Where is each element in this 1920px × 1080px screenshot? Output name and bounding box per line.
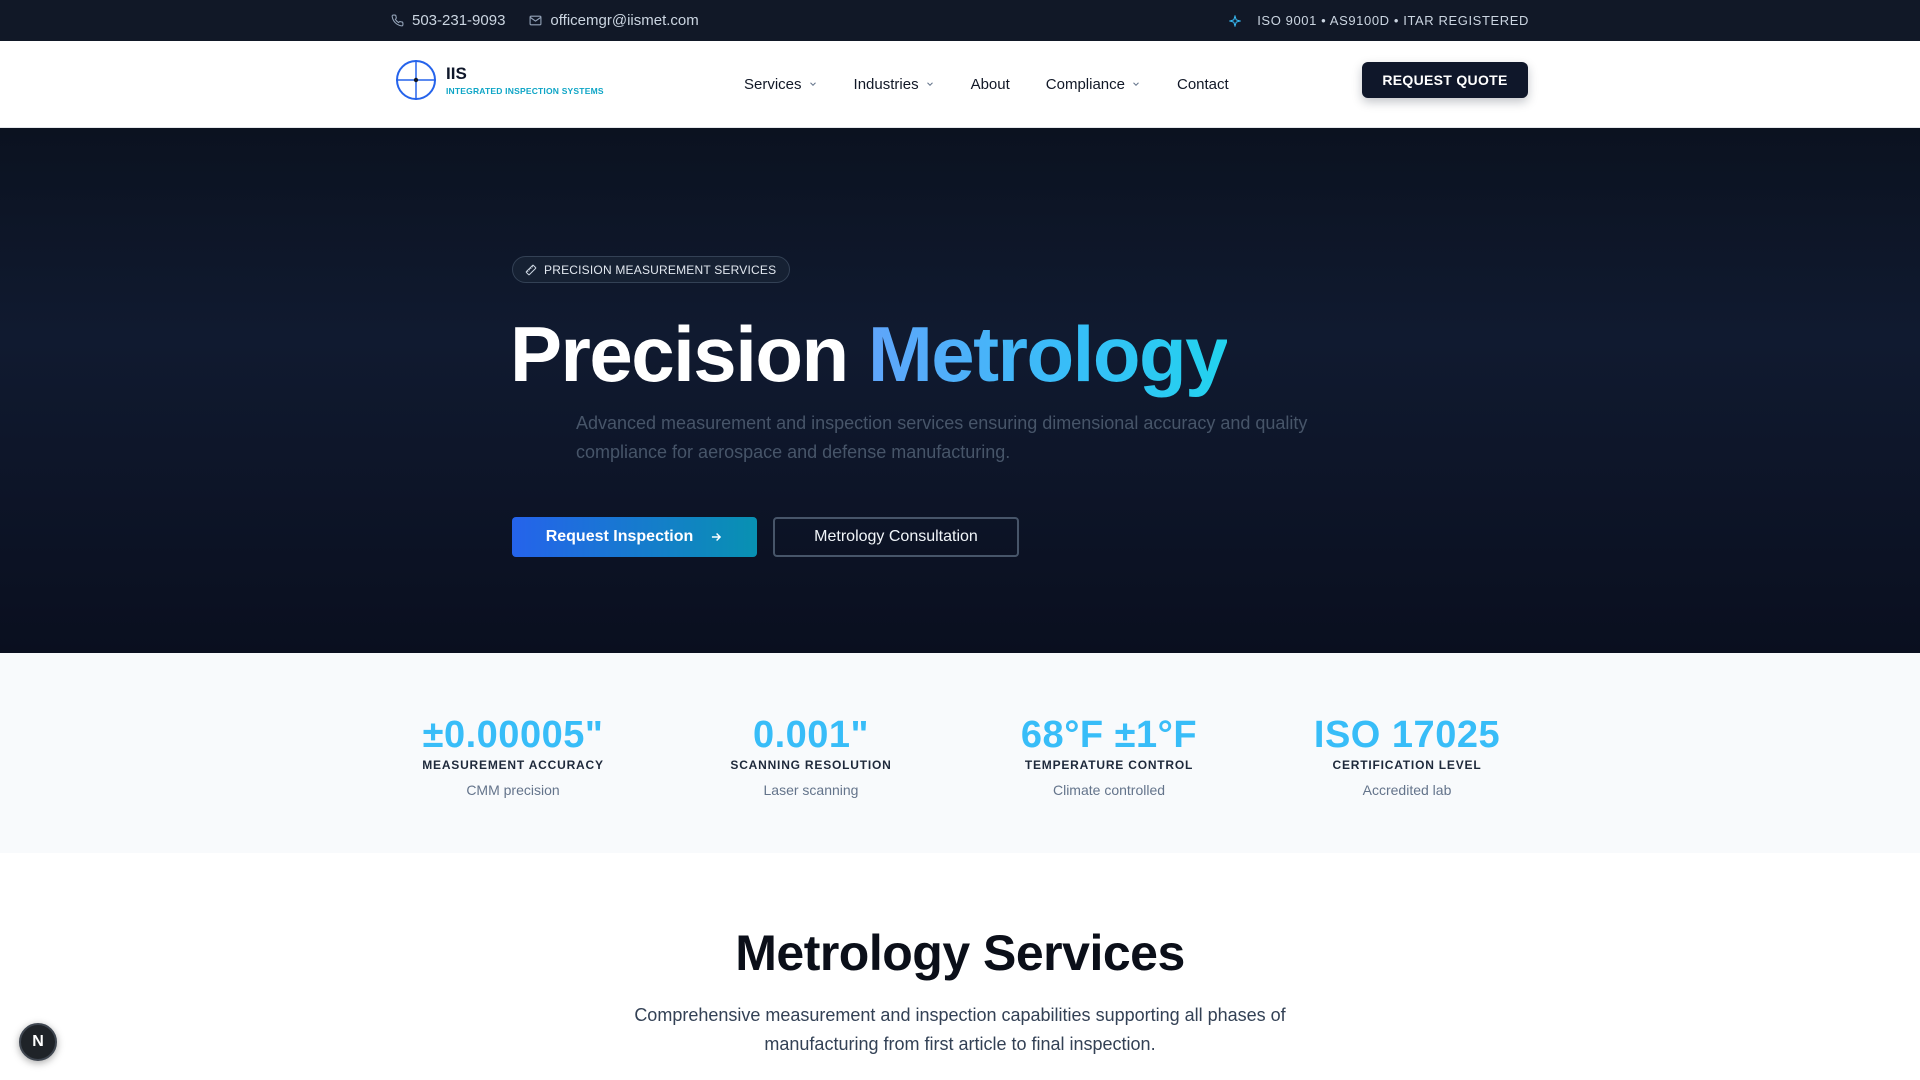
hero-title: Precision Metrology: [510, 308, 1229, 400]
ruler-icon: [525, 264, 537, 275]
nav-item-label: Compliance: [1045, 75, 1125, 93]
hero-section: PRECISION MEASUREMENT SERVICES Precision…: [0, 128, 1920, 653]
metrology-consultation-button[interactable]: Metrology Consultation: [773, 517, 1019, 557]
top-bar: 503-231-9093 officemgr@iismet.com ISO 90…: [0, 0, 1920, 41]
stat-label: SCANNING RESOLUTION: [730, 758, 892, 772]
nav-item-services[interactable]: Services: [744, 76, 818, 93]
logo[interactable]: IIS INTEGRATED INSPECTION SYSTEMS: [395, 59, 604, 101]
nav-item-compliance[interactable]: Compliance: [1046, 76, 1141, 93]
chevron-down-icon: [809, 82, 816, 86]
stat-note: Climate controlled: [1052, 782, 1166, 798]
hero-subtitle: Advanced measurement and inspection serv…: [576, 413, 1308, 462]
stat-label: CERTIFICATION LEVEL: [1332, 758, 1482, 772]
request-quote-button[interactable]: REQUEST QUOTE: [1362, 62, 1528, 98]
hero-badge-text: PRECISION MEASUREMENT SERVICES: [544, 262, 777, 277]
hero-title-accent: Metrology: [867, 310, 1229, 398]
services-section: Metrology Services Comprehensive measure…: [0, 853, 1920, 1080]
sparkle-icon: [1229, 14, 1242, 27]
stats-section: ±0.00005" MEASUREMENT ACCURACY CMM preci…: [0, 653, 1920, 853]
hero-title-plain: Precision: [510, 310, 849, 398]
stat-label: TEMPERATURE CONTROL: [1024, 758, 1194, 772]
mail-icon: [529, 15, 542, 26]
logo-abbreviation: IIS: [446, 63, 467, 83]
stat-value: ±0.00005": [422, 714, 604, 756]
services-description: Comprehensive measurement and inspection…: [634, 1005, 1286, 1054]
certifications: ISO 9001 • AS9100D • ITAR REGISTERED: [1229, 13, 1529, 28]
nav-item-industries[interactable]: Industries: [854, 76, 935, 93]
logo-full-name: INTEGRATED INSPECTION SYSTEMS: [446, 85, 604, 96]
nav-item-label: Contact: [1177, 75, 1229, 93]
stat-value: 0.001": [752, 714, 870, 756]
hero-badge: PRECISION MEASUREMENT SERVICES: [512, 256, 791, 283]
stat-certification-level: ISO 17025 CERTIFICATION LEVEL Accredited…: [1257, 713, 1557, 798]
request-inspection-button[interactable]: Request Inspection: [512, 517, 757, 557]
nav-item-label: About: [970, 75, 1010, 93]
stat-note: Accredited lab: [1362, 782, 1452, 798]
nav-menu: Services Industries About Compliance Con…: [744, 41, 1265, 127]
stat-note: Laser scanning: [763, 782, 859, 798]
email-address: officemgr@iismet.com: [550, 12, 699, 29]
stat-temperature-control: 68°F ±1°F TEMPERATURE CONTROL Climate co…: [959, 713, 1259, 798]
services-title: Metrology Services: [735, 925, 1185, 981]
stat-note: CMM precision: [466, 782, 560, 798]
chevron-down-icon: [1133, 82, 1139, 86]
stat-label: MEASUREMENT ACCURACY: [422, 758, 604, 772]
arrow-right-icon: [712, 532, 722, 542]
email-link[interactable]: officemgr@iismet.com: [529, 12, 699, 29]
nav-item-about[interactable]: About: [971, 76, 1010, 93]
nav-item-contact[interactable]: Contact: [1177, 76, 1229, 93]
stat-value: ISO 17025: [1313, 714, 1501, 756]
phone-icon: [391, 14, 404, 27]
crosshair-logo-icon: [396, 60, 436, 100]
request-inspection-label: Request Inspection: [545, 528, 694, 545]
certifications-text: ISO 9001 • AS9100D • ITAR REGISTERED: [1257, 13, 1529, 28]
phone-link[interactable]: 503-231-9093: [391, 12, 505, 29]
phone-number: 503-231-9093: [412, 12, 506, 29]
main-nav: IIS INTEGRATED INSPECTION SYSTEMS Servic…: [0, 41, 1920, 128]
stat-value: 68°F ±1°F: [1020, 714, 1198, 756]
nav-item-label: Services: [744, 75, 802, 93]
dev-tools-badge[interactable]: N: [19, 1023, 57, 1061]
stat-measurement-accuracy: ±0.00005" MEASUREMENT ACCURACY CMM preci…: [363, 713, 663, 798]
stat-scanning-resolution: 0.001" SCANNING RESOLUTION Laser scannin…: [661, 713, 961, 798]
chevron-down-icon: [926, 82, 933, 86]
nav-item-label: Industries: [853, 75, 919, 93]
